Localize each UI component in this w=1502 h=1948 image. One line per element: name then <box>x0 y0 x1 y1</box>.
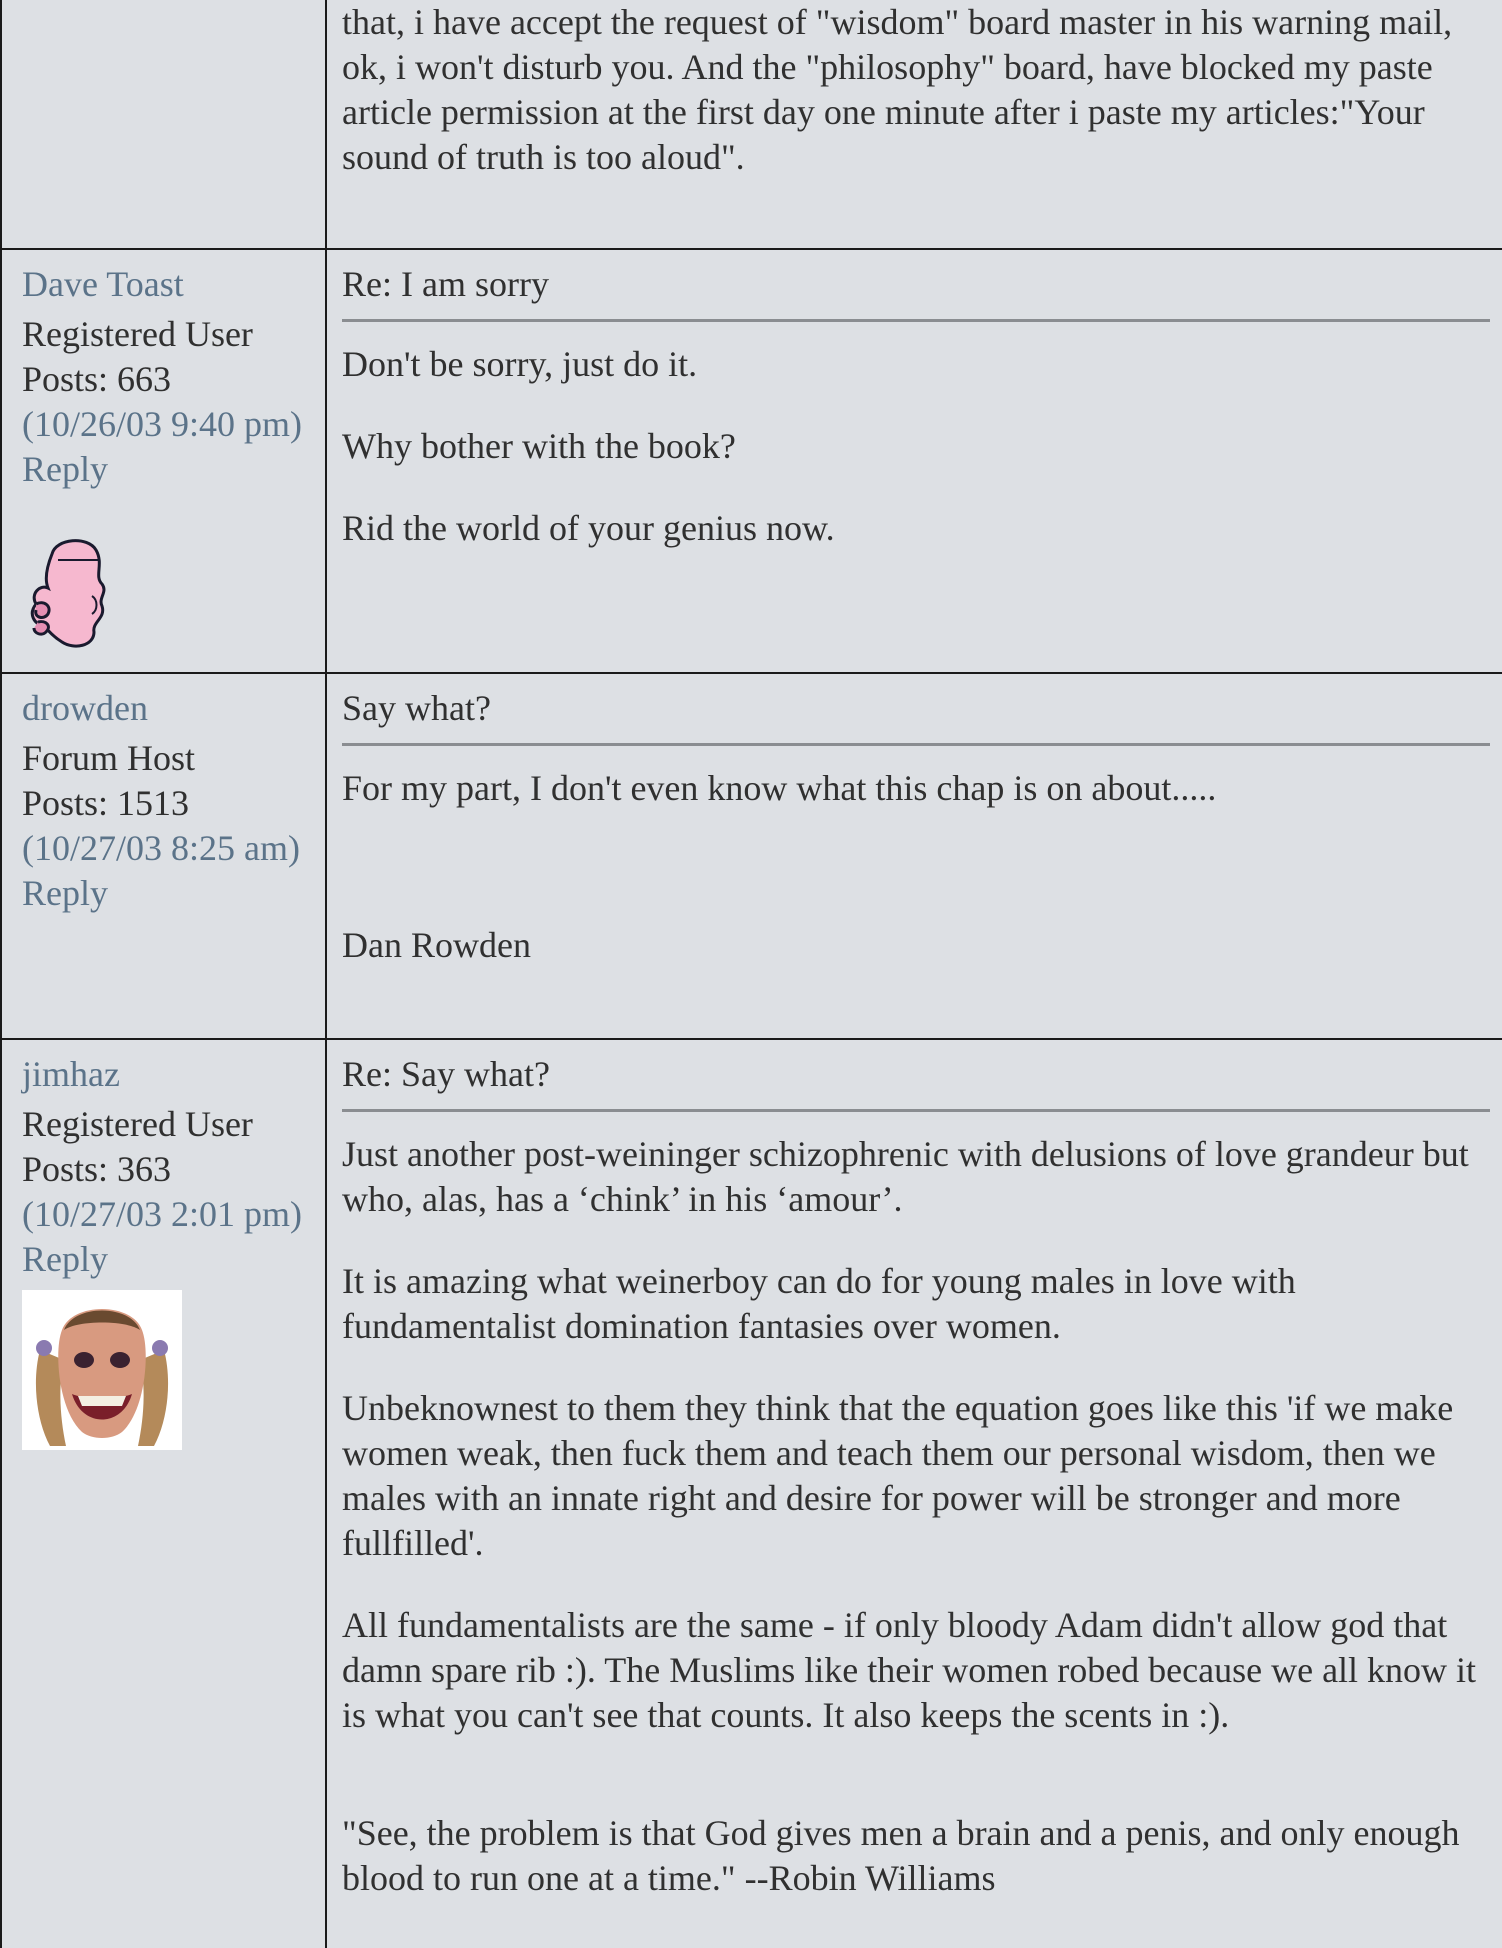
post-row: Dave Toast Registered User Posts: 663 (1… <box>2 250 1502 674</box>
reply-link[interactable]: Reply <box>22 447 325 492</box>
post-author-column: jimhaz Registered User Posts: 363 (10/27… <box>2 1040 327 1948</box>
post-row: that, i have accept the request of "wisd… <box>2 0 1502 250</box>
post-subject: Say what? <box>342 686 1490 746</box>
post-author-column: Dave Toast Registered User Posts: 663 (1… <box>2 250 327 672</box>
post-row: drowden Forum Host Posts: 1513 (10/27/03… <box>2 674 1502 1040</box>
user-role: Registered User <box>22 314 253 354</box>
post-timestamp-link[interactable]: (10/27/03 2:01 pm) <box>22 1192 325 1237</box>
user-post-count: Posts: 663 <box>22 359 172 399</box>
post-paragraph: Don't be sorry, just do it. <box>342 344 698 384</box>
username-link[interactable]: Dave Toast <box>22 262 325 307</box>
post-signature: Dan Rowden <box>342 925 531 965</box>
post-paragraph: Rid the world of your genius now. <box>342 508 835 548</box>
reply-link[interactable]: Reply <box>22 1237 325 1282</box>
post-body: Say what? For my part, I don't even know… <box>327 674 1502 1038</box>
user-role: Forum Host <box>22 738 196 778</box>
post-timestamp-link[interactable]: (10/27/03 8:25 am) <box>22 826 325 871</box>
post-author-column: drowden Forum Host Posts: 1513 (10/27/03… <box>2 674 327 1038</box>
post-paragraph: Why bother with the book? <box>342 426 736 466</box>
post-subject: Re: I am sorry <box>342 262 1490 322</box>
post-paragraph: For my part, I don't even know what this… <box>342 768 1217 808</box>
post-paragraph: that, i have accept the request of "wisd… <box>342 2 1453 177</box>
post-signature: "See, the problem is that God gives men … <box>342 1813 1460 1898</box>
user-role: Registered User <box>22 1104 253 1144</box>
post-subject: Re: Say what? <box>342 1052 1490 1112</box>
post-row: jimhaz Registered User Posts: 363 (10/27… <box>2 1040 1502 1948</box>
post-paragraph: Unbeknownest to them they think that the… <box>342 1388 1454 1563</box>
grinning-face-avatar-icon <box>22 1290 182 1450</box>
user-post-count: Posts: 1513 <box>22 783 190 823</box>
post-paragraph: It is amazing what weinerboy can do for … <box>342 1261 1296 1346</box>
cartoon-head-avatar-icon <box>30 539 106 648</box>
forum-thread: that, i have accept the request of "wisd… <box>0 0 1502 1948</box>
reply-link[interactable]: Reply <box>22 871 325 916</box>
post-body: Re: Say what? Just another post-weininge… <box>327 1040 1502 1948</box>
user-post-count: Posts: 363 <box>22 1149 172 1189</box>
username-link[interactable]: jimhaz <box>22 1052 325 1097</box>
post-paragraph: All fundamentalists are the same - if on… <box>342 1605 1477 1735</box>
post-body: that, i have accept the request of "wisd… <box>327 0 1502 248</box>
username-link[interactable]: drowden <box>22 686 325 731</box>
post-paragraph: Just another post-weininger schizophreni… <box>342 1134 1469 1219</box>
post-author-column <box>2 0 327 248</box>
post-timestamp-link[interactable]: (10/26/03 9:40 pm) <box>22 402 325 447</box>
post-body: Re: I am sorry Don't be sorry, just do i… <box>327 250 1502 672</box>
